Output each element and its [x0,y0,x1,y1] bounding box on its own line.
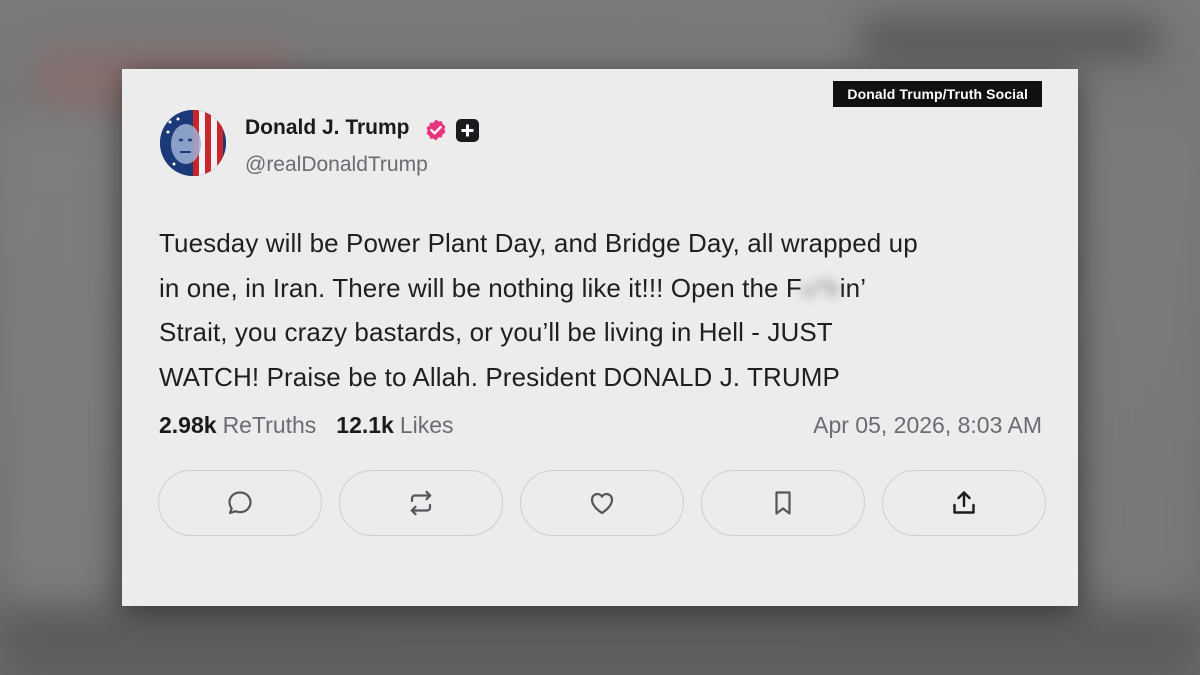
post-text-line: in one, in Iran. There will be nothing l… [159,266,1049,311]
like-button[interactable] [520,470,684,536]
background-blur-shape [860,20,1160,58]
author-badges [424,118,479,142]
repost-icon [410,490,432,516]
background-blur-shape [0,600,1200,675]
likes-stat[interactable]: 12.1k Likes [336,412,453,439]
author-name[interactable]: Donald J. Trump [245,116,410,140]
retruths-stat[interactable]: 2.98k ReTruths [159,412,316,439]
retruths-label: ReTruths [222,412,317,438]
bookmark-button[interactable] [701,470,865,536]
censored-word-blur: u*k [801,272,840,303]
bookmark-icon [775,491,791,515]
avatar[interactable] [160,110,226,176]
post-text-fragment: in one, in Iran. There will be nothing l… [159,272,802,303]
flag-portrait-avatar-icon [160,110,226,176]
retruth-button[interactable] [339,470,503,536]
post-text-line: Tuesday will be Power Plant Day, and Bri… [159,228,918,258]
background-blur-shape [1090,120,1200,600]
post-text-fragment: in’ [839,272,867,303]
likes-count: 12.1k [336,412,394,438]
likes-label: Likes [399,412,454,438]
background-blur-shape [0,120,110,600]
plus-badge-icon [456,118,479,142]
post-text-line: Strait, you crazy bastards, or you’ll be… [159,317,833,347]
post-actions [158,470,1046,536]
reply-button[interactable] [158,470,322,536]
post-text-line: WATCH! Praise be to Allah. President DON… [159,361,840,392]
post-text: Tuesday will be Power Plant Day, and Bri… [159,221,1049,399]
share-button[interactable] [882,470,1046,536]
share-icon [953,491,975,514]
post-card: Donald Trump/Truth Social Donald J. Trum… [122,69,1078,606]
verified-badge-icon [426,119,446,141]
author-handle[interactable]: @realDonaldTrump [245,153,428,177]
post-stats: 2.98k ReTruths 12.1k Likes [159,412,454,439]
comment-icon [228,491,252,515]
source-tag: Donald Trump/Truth Social [833,81,1042,107]
heart-icon [590,492,614,515]
post-timestamp[interactable]: Apr 05, 2026, 8:03 AM [813,412,1042,439]
retruths-count: 2.98k [159,412,217,438]
